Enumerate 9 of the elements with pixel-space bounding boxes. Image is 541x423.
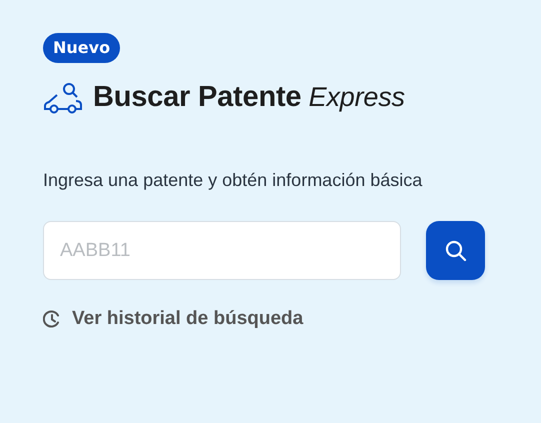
plate-input-field[interactable]: AABB11 <box>43 221 401 280</box>
new-badge: Nuevo <box>43 33 120 63</box>
car-search-icon <box>43 82 83 114</box>
history-link[interactable]: Ver historial de búsqueda <box>43 308 304 330</box>
search-button[interactable] <box>426 221 485 280</box>
clock-icon <box>43 310 61 328</box>
page-title: Buscar Patente Express <box>93 81 405 114</box>
description-text: Ingresa una patente y obtén información básica <box>43 169 424 192</box>
search-icon <box>444 240 466 262</box>
